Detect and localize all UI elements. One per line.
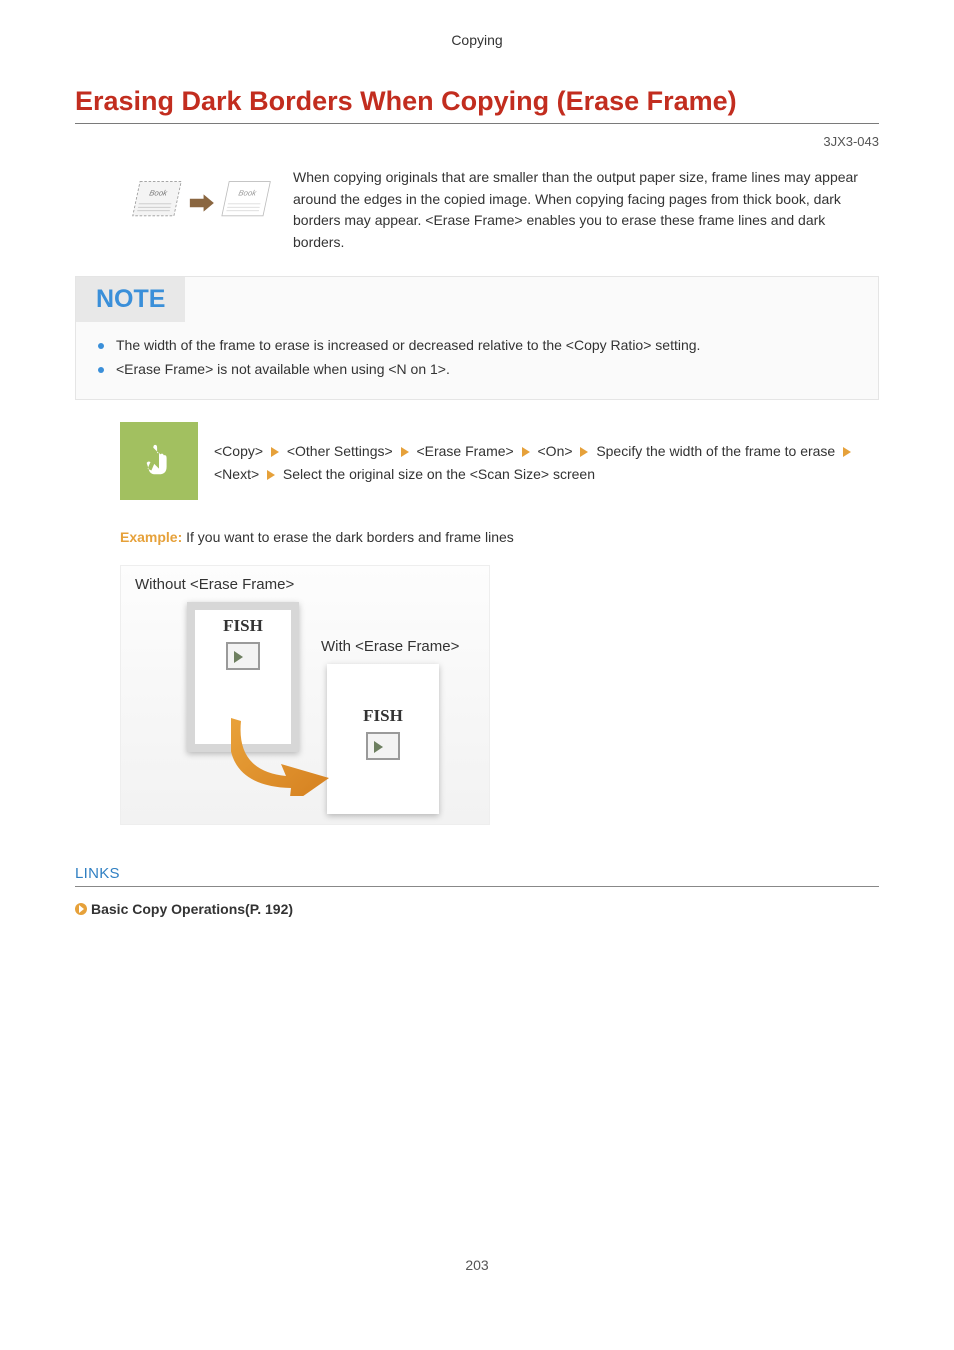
path-seg: Select the original size on the <Scan Si… xyxy=(283,466,595,482)
arrow-icon xyxy=(843,447,851,457)
link-bullet-icon xyxy=(75,903,87,915)
path-seg: Specify the width of the frame to erase xyxy=(596,443,835,459)
operation-path-text: <Copy> <Other Settings> <Erase Frame> <O… xyxy=(198,422,879,503)
fish-text: FISH xyxy=(187,616,299,636)
erase-frame-figure: Without <Erase Frame> FISH With <Erase F… xyxy=(120,565,490,825)
example-label: Example: xyxy=(120,529,182,545)
path-seg: <Copy> xyxy=(214,443,263,459)
path-seg: <On> xyxy=(538,443,573,459)
note-body: The width of the frame to erase is incre… xyxy=(76,322,878,400)
link-item[interactable]: Basic Copy Operations(P. 192) xyxy=(75,901,879,917)
svg-text:Book: Book xyxy=(148,188,169,197)
page-title: Erasing Dark Borders When Copying (Erase… xyxy=(75,86,879,124)
path-seg: <Next> xyxy=(214,466,259,482)
note-label: NOTE xyxy=(76,277,185,322)
operation-path: <Copy> <Other Settings> <Erase Frame> <O… xyxy=(120,422,879,503)
svg-text:Book: Book xyxy=(238,188,259,197)
note-item: The width of the frame to erase is incre… xyxy=(98,334,856,358)
sample-page-without: FISH xyxy=(187,602,299,752)
content-area: Erasing Dark Borders When Copying (Erase… xyxy=(0,86,954,917)
arrow-icon xyxy=(522,447,530,457)
arrow-icon xyxy=(271,447,279,457)
fish-text: FISH xyxy=(327,706,439,726)
arrow-icon xyxy=(401,447,409,457)
note-box: NOTE The width of the frame to erase is … xyxy=(75,276,879,401)
doc-code: 3JX3-043 xyxy=(75,134,879,149)
note-item: <Erase Frame> is not available when usin… xyxy=(98,358,856,382)
link-text: Basic Copy Operations(P. 192) xyxy=(91,901,293,917)
arrow-icon xyxy=(267,470,275,480)
path-seg: <Other Settings> xyxy=(287,443,393,459)
figure-without-label: Without <Erase Frame> xyxy=(135,576,475,593)
intro-paragraph: When copying originals that are smaller … xyxy=(293,167,879,254)
intro-row: Book Book When copying originals that ar… xyxy=(75,167,879,254)
figure-with-label: With <Erase Frame> xyxy=(321,638,459,655)
book-illustration: Book Book xyxy=(125,173,265,233)
fish-icon xyxy=(366,732,400,760)
sample-page-with: FISH xyxy=(327,664,439,814)
example-line: Example: If you want to erase the dark b… xyxy=(120,529,879,545)
fish-icon xyxy=(226,642,260,670)
arrow-icon xyxy=(580,447,588,457)
links-heading: LINKS xyxy=(75,865,879,887)
path-seg: <Erase Frame> xyxy=(416,443,513,459)
page-header-section: Copying xyxy=(0,0,954,58)
pointer-icon xyxy=(120,422,198,500)
page-number: 203 xyxy=(0,1257,954,1273)
example-text: If you want to erase the dark borders an… xyxy=(186,529,514,545)
